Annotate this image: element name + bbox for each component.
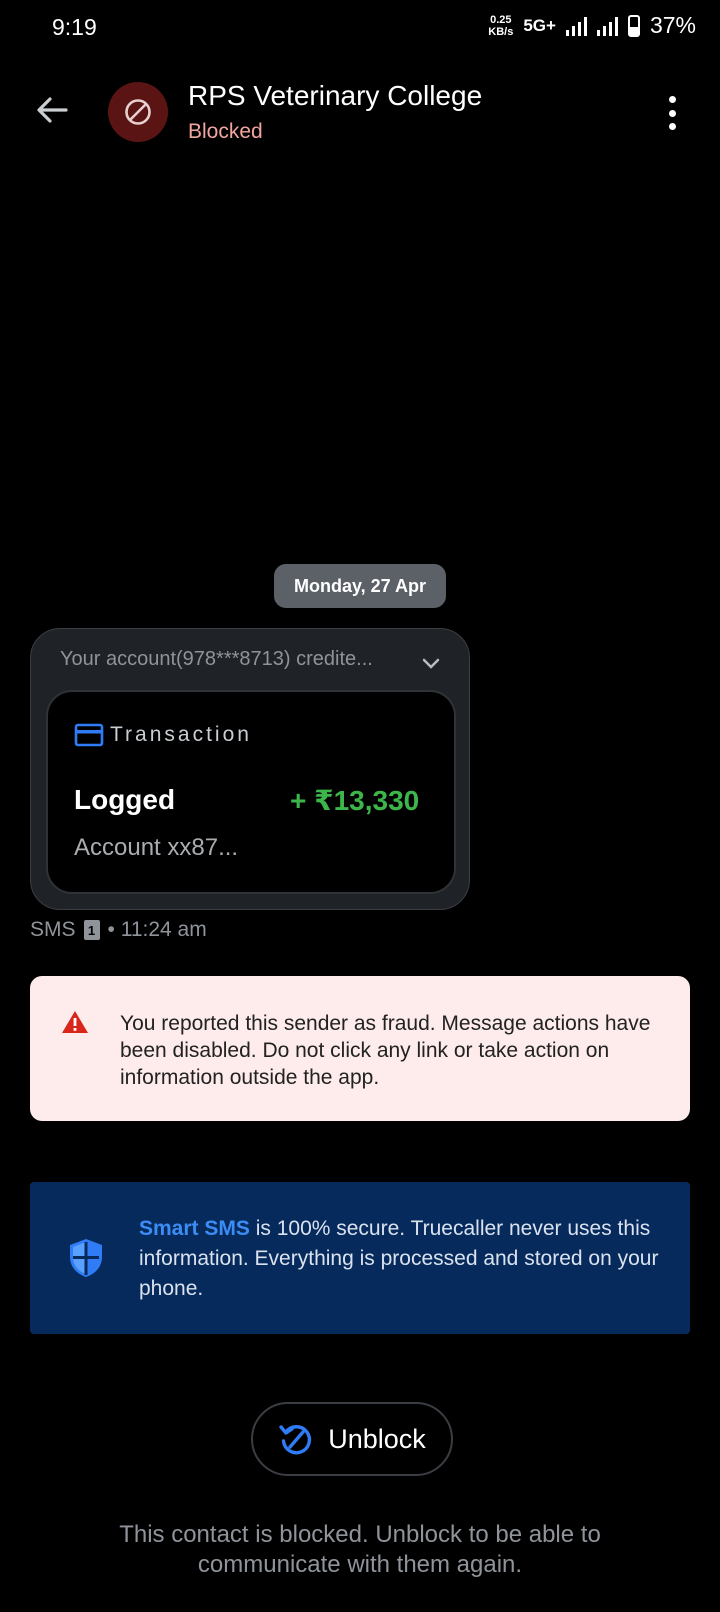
date-chip: Monday, 27 Apr [274, 564, 446, 608]
message-time: • 11:24 am [107, 918, 207, 941]
message-channel: SMS [30, 918, 76, 941]
chevron-down-icon [422, 658, 440, 669]
card-label: Transaction [110, 723, 252, 746]
signal-icon [565, 16, 587, 36]
contact-status: Blocked [188, 120, 263, 143]
shield-icon [66, 1236, 106, 1280]
battery-icon [627, 14, 640, 37]
smart-sms-brand: Smart SMS [139, 1217, 250, 1240]
more-vert-icon[interactable] [666, 96, 678, 130]
network-speed-unit: KB/s [488, 25, 514, 38]
blocked-footer-text: This contact is blocked. Unblock to be a… [119, 1521, 601, 1578]
expand-message-button[interactable] [420, 652, 442, 674]
message-preview: Your account(978***8713) credite... [60, 648, 373, 670]
unblock-button[interactable]: Unblock [251, 1402, 453, 1476]
message-meta: SMS 1 • 11:24 am [30, 918, 207, 942]
transaction-account: Account xx87... [74, 834, 239, 861]
transaction-amount: + ₹13,330 [290, 785, 420, 816]
card-icon [74, 722, 104, 748]
unblock-icon [279, 1425, 312, 1455]
avatar[interactable] [108, 82, 168, 142]
warning-icon [60, 1009, 90, 1035]
sim-icon: 1 [83, 920, 100, 940]
network-type: 5G+ [523, 15, 556, 35]
secure-notice-text: Smart SMS is 100% secure. Truecaller nev… [139, 1214, 659, 1304]
contact-name[interactable]: RPS Veterinary College [188, 80, 482, 112]
block-icon [125, 99, 151, 125]
network-speed: 0.25 KB/s [488, 14, 513, 38]
status-time: 9:19 [52, 14, 97, 40]
unblock-label: Unblock [328, 1423, 426, 1454]
network-speed-value: 0.25 [490, 13, 512, 26]
status-icons: 0.25 KB/s 5G+ 37% [488, 12, 696, 39]
signal-icon-2 [596, 16, 618, 36]
battery-percent: 37% [649, 12, 696, 38]
transaction-status: Logged [74, 784, 176, 815]
fraud-warning-text: You reported this sender as fraud. Messa… [120, 1012, 651, 1089]
arrow-left-icon [37, 97, 68, 123]
back-button[interactable] [32, 90, 72, 130]
